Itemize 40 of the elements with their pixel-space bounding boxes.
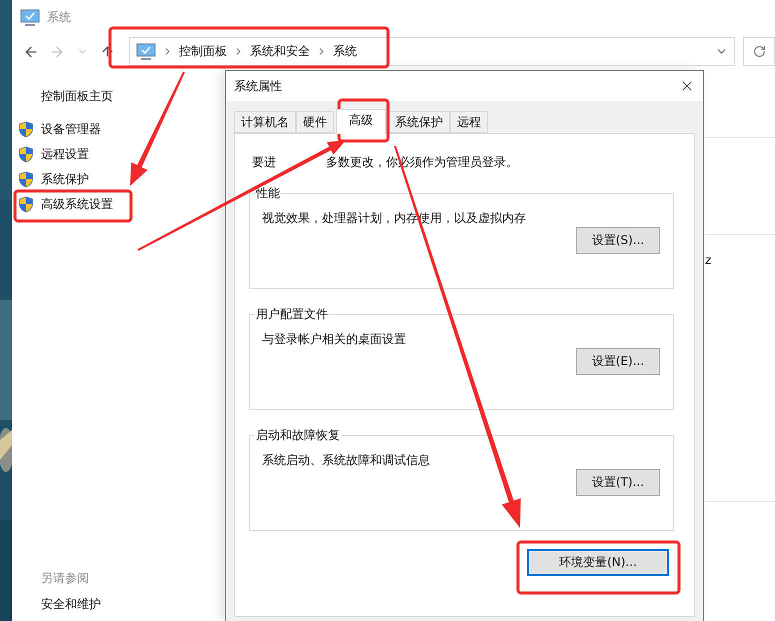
monitor-icon <box>136 42 156 60</box>
notice-text: 要进 <box>252 154 276 171</box>
tab[interactable]: 硬件 <box>296 111 334 133</box>
breadcrumb-item[interactable]: 系统和安全 <box>250 43 310 60</box>
sidebar-link[interactable]: 系统保护 <box>41 171 89 188</box>
sidebar-link[interactable]: 设备管理器 <box>41 121 101 138</box>
shield-icon <box>18 171 34 188</box>
settings-button[interactable]: 设置(T)... <box>576 469 660 496</box>
window-title: 系统 <box>47 9 71 26</box>
section-heading: 另请参阅 <box>41 570 90 587</box>
tab[interactable]: 计算机名 <box>234 111 296 133</box>
sidebar-link[interactable]: 远程设置 <box>41 146 89 163</box>
sidebar-link[interactable]: 高级系统设置 <box>41 196 113 213</box>
sidebar-link[interactable]: 安全和维护 <box>41 596 225 613</box>
address-bar[interactable]: 控制面板 系统和安全 系统 <box>128 37 736 66</box>
group-description: 与登录帐户相关的桌面设置 <box>262 331 407 348</box>
breadcrumb-item[interactable]: 控制面板 <box>178 43 227 60</box>
monitor-icon <box>20 8 40 26</box>
back-icon[interactable] <box>22 44 39 60</box>
environment-variables-button[interactable]: 环境变量(N)... <box>527 549 669 576</box>
tab[interactable]: 远程 <box>450 111 488 133</box>
group-title: 启动和故障恢复 <box>255 427 341 444</box>
up-icon[interactable] <box>100 44 116 59</box>
tab[interactable]: 系统保护 <box>388 111 450 133</box>
group-title: 用户配置文件 <box>255 306 329 323</box>
breadcrumb-item[interactable]: 系统 <box>332 43 357 60</box>
sidebar-link[interactable]: 控制面板主页 <box>41 88 225 105</box>
shield-icon <box>18 196 34 213</box>
group-title: 性能 <box>255 185 281 202</box>
settings-button[interactable]: 设置(E)... <box>576 348 660 375</box>
shield-icon <box>18 146 34 163</box>
highlight-frame <box>338 98 390 142</box>
refresh-button[interactable] <box>743 37 775 66</box>
group-description: 系统启动、系统故障和调试信息 <box>262 452 431 469</box>
tab[interactable]: 高级 <box>336 109 386 134</box>
dialog-title: 系统属性 <box>234 78 282 94</box>
settings-button[interactable]: 设置(S)... <box>576 227 660 254</box>
shield-icon <box>18 121 34 138</box>
refresh-icon <box>752 45 766 58</box>
text-fragment: z <box>705 253 712 267</box>
